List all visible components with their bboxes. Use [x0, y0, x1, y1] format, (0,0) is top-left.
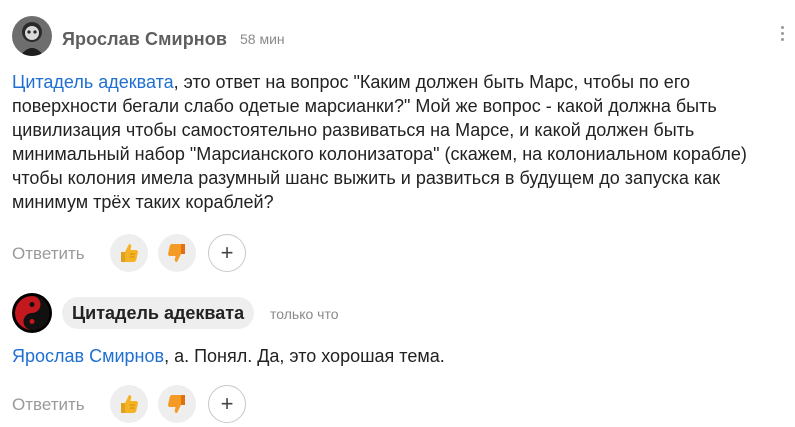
comment-body: , а. Понял. Да, это хорошая тема. — [164, 346, 445, 366]
comment: Цитадель адеквата только что Ярослав Сми… — [0, 287, 795, 423]
thumbs-down-icon — [168, 244, 185, 262]
reply-button[interactable]: Ответить — [12, 395, 85, 415]
dislike-button[interactable] — [158, 385, 196, 423]
mention-link[interactable]: Ярослав Смирнов — [12, 346, 164, 366]
add-reaction-button[interactable]: + — [208, 234, 246, 272]
thumbs-down-icon — [168, 395, 185, 413]
like-button[interactable] — [110, 234, 148, 272]
author-name[interactable]: Ярослав Смирнов — [62, 29, 227, 50]
comment-text: Ярослав Смирнов, а. Понял. Да, это хорош… — [12, 344, 783, 368]
comment-body: , это ответ на вопрос "Каким должен быть… — [12, 72, 747, 212]
mention-link[interactable]: Цитадель адеквата — [12, 72, 174, 92]
kebab-menu-icon[interactable] — [779, 26, 785, 46]
author-name[interactable]: Цитадель адеквата — [62, 297, 255, 329]
add-reaction-button[interactable]: + — [208, 385, 246, 423]
reply-button[interactable]: Ответить — [12, 244, 85, 264]
comment-header: Ярослав Смирнов 58 мин — [0, 0, 795, 56]
timestamp: только что — [270, 306, 339, 322]
thumbs-up-icon — [121, 244, 138, 262]
comment-text: Цитадель адеквата, это ответ на вопрос "… — [12, 70, 783, 214]
dislike-button[interactable] — [158, 234, 196, 272]
comment: Ярослав Смирнов 58 мин Цитадель адеквата… — [0, 0, 795, 272]
comment-header: Цитадель адеквата только что — [0, 287, 795, 339]
like-button[interactable] — [110, 385, 148, 423]
timestamp: 58 мин — [240, 31, 285, 47]
avatar[interactable] — [12, 293, 52, 333]
thumbs-up-icon — [121, 395, 138, 413]
avatar[interactable] — [12, 16, 52, 56]
